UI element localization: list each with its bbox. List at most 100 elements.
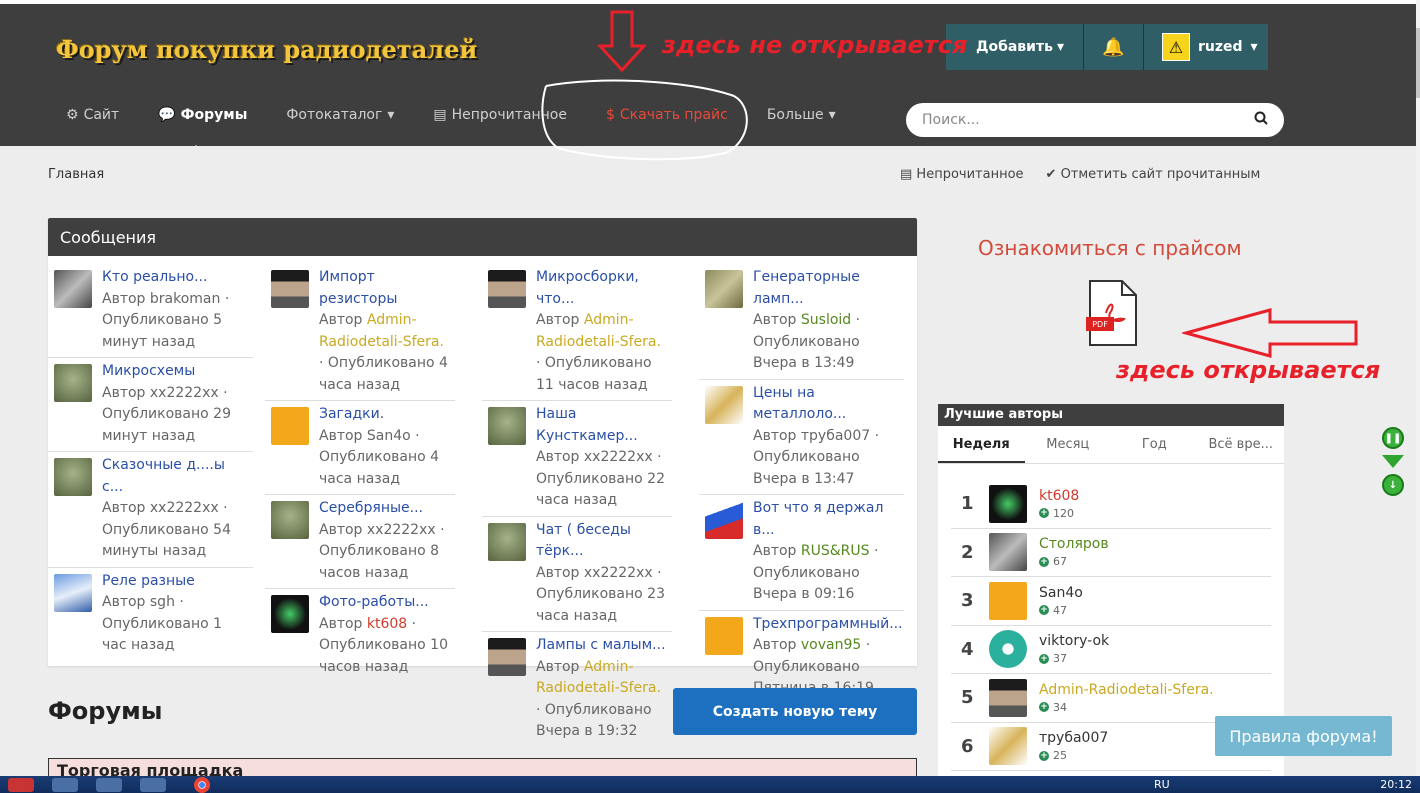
- message-thumbnail[interactable]: [271, 501, 309, 539]
- taskbar-app-icon[interactable]: [52, 777, 78, 792]
- nav-forums[interactable]: 💬 Форумы: [158, 107, 247, 153]
- message-thumbnail[interactable]: [271, 270, 309, 308]
- message-item[interactable]: Сказочные д....ы с... Автор xx2222xx · Оп…: [48, 452, 253, 568]
- nav-more[interactable]: Больше ▾: [767, 107, 836, 123]
- message-title[interactable]: Микросборки, что...: [536, 267, 666, 310]
- message-item[interactable]: Микросхемы Автор xx2222xx · Опубликовано …: [48, 358, 253, 452]
- author-avatar[interactable]: [989, 581, 1027, 620]
- message-item[interactable]: Загадки. Автор San4o · Опубликовано 4 час…: [265, 401, 455, 495]
- message-item[interactable]: Генераторные ламп... Автор Susloid · Опуб…: [699, 264, 904, 380]
- message-author[interactable]: xx2222xx: [584, 449, 653, 465]
- message-author[interactable]: Susloid: [801, 312, 851, 328]
- message-thumbnail[interactable]: [54, 270, 92, 308]
- author-avatar[interactable]: [989, 484, 1027, 523]
- message-title[interactable]: Наша Кунсткамер...: [536, 404, 666, 447]
- message-title[interactable]: Фото-работы...: [319, 592, 449, 614]
- tab-week[interactable]: Неделя: [938, 426, 1025, 463]
- message-item[interactable]: Импорт резисторы Автор Admin-Radiodetali-…: [265, 264, 455, 401]
- taskbar-app-icon[interactable]: [96, 777, 122, 792]
- message-author[interactable]: xx2222xx: [150, 385, 219, 401]
- message-author[interactable]: sgh: [150, 594, 175, 610]
- new-topic-button[interactable]: Создать новую тему: [673, 688, 917, 735]
- tab-all-time[interactable]: Всё вре...: [1198, 426, 1285, 463]
- author-avatar[interactable]: [989, 533, 1027, 572]
- unread-link[interactable]: ▤ Непрочитанное: [900, 167, 1024, 182]
- message-title[interactable]: Сказочные д....ы с...: [102, 455, 247, 498]
- message-author[interactable]: труба007: [801, 428, 870, 444]
- message-title[interactable]: Реле разные: [102, 571, 247, 593]
- message-title[interactable]: Загадки.: [319, 404, 449, 426]
- author-avatar[interactable]: [989, 678, 1027, 717]
- nav-site[interactable]: ⚙ Сайт: [66, 107, 119, 123]
- message-thumbnail[interactable]: [54, 364, 92, 402]
- arrow-down-icon[interactable]: [1382, 455, 1404, 468]
- message-author[interactable]: xx2222xx: [367, 522, 436, 538]
- chrome-icon[interactable]: [194, 776, 210, 793]
- message-author[interactable]: vovan95: [801, 637, 861, 653]
- pdf-file-icon[interactable]: PDF: [1086, 279, 1138, 347]
- search-input[interactable]: Поиск...: [906, 103, 1284, 137]
- message-item[interactable]: Цены на металлоло... Автор труба007 · Опу…: [699, 380, 904, 495]
- mark-read-link[interactable]: ✔ Отметить сайт прочитанным: [1046, 167, 1261, 182]
- message-thumbnail[interactable]: [271, 595, 309, 633]
- forum-section-marketplace[interactable]: Торговая площадка: [48, 758, 917, 780]
- message-title[interactable]: Микросхемы: [102, 361, 247, 383]
- message-thumbnail[interactable]: [271, 407, 309, 445]
- tab-month[interactable]: Месяц: [1025, 426, 1112, 463]
- message-title[interactable]: Серебряные...: [319, 498, 449, 520]
- author-name[interactable]: San4o: [1039, 585, 1083, 601]
- message-title[interactable]: Трехпрограммный...: [753, 614, 903, 636]
- search-icon[interactable]: [1254, 111, 1268, 129]
- forum-rules-button[interactable]: Правила форума!: [1215, 716, 1392, 756]
- message-thumbnail[interactable]: [488, 270, 526, 308]
- message-thumbnail[interactable]: [54, 573, 92, 612]
- tab-year[interactable]: Год: [1111, 426, 1198, 463]
- message-title[interactable]: Генераторные ламп...: [753, 267, 898, 310]
- scrollbar-thumb[interactable]: [1416, 28, 1420, 98]
- breadcrumb[interactable]: Главная: [48, 167, 104, 182]
- message-item[interactable]: Реле разные Автор sgh · Опубликовано 1 ча…: [48, 568, 253, 661]
- message-title[interactable]: Цены на металлоло...: [753, 383, 898, 426]
- message-item[interactable]: Лампы с малым... Автор Admin-Radiodetali-…: [482, 632, 672, 747]
- message-title[interactable]: Кто реально...: [102, 267, 247, 289]
- message-thumbnail[interactable]: [54, 458, 92, 496]
- author-name[interactable]: труба007: [1039, 730, 1108, 746]
- message-title[interactable]: Чат ( беседы тёрк...: [536, 520, 666, 563]
- author-name[interactable]: kt608: [1039, 488, 1079, 504]
- message-item[interactable]: Серебряные... Автор xx2222xx · Опубликова…: [265, 495, 455, 589]
- message-author[interactable]: xx2222xx: [584, 565, 653, 581]
- message-item[interactable]: Чат ( беседы тёрк... Автор xx2222xx · Опу…: [482, 517, 672, 632]
- author-name[interactable]: viktory-ok: [1039, 633, 1109, 649]
- close-app-icon[interactable]: [8, 777, 34, 792]
- user-menu[interactable]: ⚠ ruzed ▾: [1144, 33, 1268, 61]
- message-author[interactable]: brakoman: [150, 291, 221, 307]
- notifications-button[interactable]: 🔔: [1084, 24, 1144, 70]
- author-avatar[interactable]: [989, 630, 1027, 669]
- nav-photocatalog[interactable]: Фотокаталог ▾: [286, 107, 394, 123]
- message-title[interactable]: Лампы с малым...: [536, 635, 666, 657]
- message-title[interactable]: Вот что я держал в...: [753, 498, 898, 541]
- message-thumbnail[interactable]: [488, 638, 526, 676]
- author-row[interactable]: 2 Столяров +67: [951, 529, 1271, 577]
- message-author[interactable]: San4o: [367, 428, 411, 444]
- message-thumbnail[interactable]: [705, 616, 743, 655]
- message-thumbnail[interactable]: [488, 522, 526, 561]
- message-thumbnail[interactable]: [488, 407, 526, 445]
- folder-icon[interactable]: [140, 777, 166, 792]
- message-item[interactable]: Микросборки, что... Автор Admin-Radiodeta…: [482, 264, 672, 401]
- price-link[interactable]: Ознакомиться с прайсом: [978, 236, 1242, 260]
- message-item[interactable]: Вот что я держал в... Автор RUS&RUS · Опу…: [699, 495, 904, 611]
- message-author[interactable]: kt608: [367, 616, 407, 632]
- pause-icon[interactable]: ❚❚: [1382, 427, 1404, 449]
- site-logo[interactable]: Форум покупки радиодеталей: [56, 35, 477, 64]
- message-thumbnail[interactable]: [705, 501, 743, 539]
- message-item[interactable]: Наша Кунсткамер... Автор xx2222xx · Опубл…: [482, 401, 672, 517]
- message-item[interactable]: Фото-работы... Автор kt608 · Опубликовано…: [265, 589, 455, 682]
- author-name[interactable]: Столяров: [1039, 536, 1109, 552]
- message-thumbnail[interactable]: [705, 270, 743, 308]
- message-item[interactable]: Кто реально... Автор brakoman · Опубликов…: [48, 264, 253, 358]
- message-author[interactable]: RUS&RUS: [801, 543, 870, 559]
- author-row[interactable]: 3 San4o +47: [951, 577, 1271, 626]
- message-author[interactable]: xx2222xx: [150, 500, 219, 516]
- browser-scrollbar[interactable]: [1416, 0, 1420, 776]
